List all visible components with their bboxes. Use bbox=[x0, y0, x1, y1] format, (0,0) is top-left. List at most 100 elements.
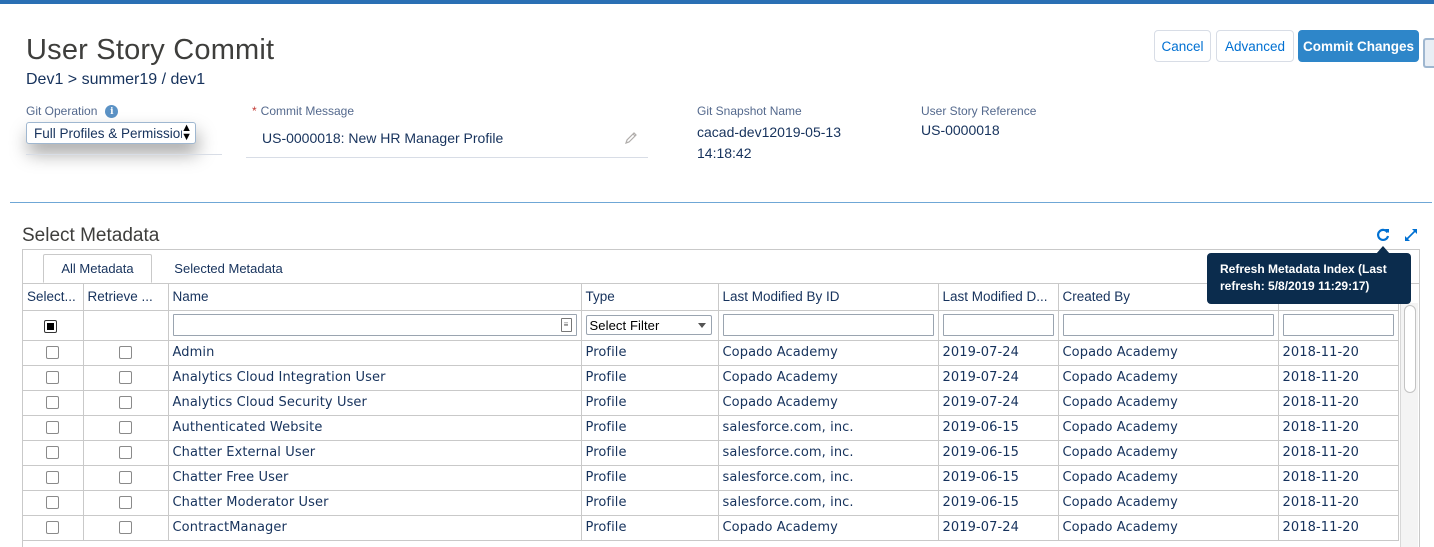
type-cell: Profile bbox=[581, 365, 719, 391]
type-filter-select[interactable]: Select Filter bbox=[585, 315, 712, 335]
retrieve-checkbox[interactable] bbox=[119, 446, 132, 459]
retrieve-cell bbox=[83, 465, 169, 491]
tab-selected-metadata[interactable]: Selected Metadata bbox=[160, 254, 297, 283]
column-header-retrieve[interactable]: Retrieve ... bbox=[83, 284, 169, 311]
column-header-select[interactable]: Select... bbox=[23, 284, 84, 311]
last-modified-by-filter-input[interactable] bbox=[722, 314, 934, 336]
last-modified-date-cell: 2019-07-24 bbox=[938, 365, 1059, 391]
created-by-cell: Copado Academy bbox=[1058, 490, 1279, 516]
type-cell: Profile bbox=[581, 440, 719, 466]
name-filter-input[interactable]: ≡ bbox=[172, 314, 577, 336]
metadata-table: Select... Retrieve ... Name Type Last Mo… bbox=[23, 284, 1399, 541]
retrieve-checkbox[interactable] bbox=[119, 421, 132, 434]
select-checkbox[interactable] bbox=[46, 496, 60, 509]
retrieve-checkbox[interactable] bbox=[119, 521, 132, 534]
last-modified-date-cell: 2019-07-24 bbox=[938, 340, 1059, 366]
select-cell bbox=[23, 390, 84, 416]
table-row[interactable]: Chatter Moderator User Profile salesforce.… bbox=[23, 490, 1399, 516]
last-modified-by-cell: salesforce.com, inc. bbox=[718, 440, 939, 466]
section-title: Select Metadata bbox=[22, 225, 160, 246]
select-checkbox[interactable] bbox=[46, 371, 60, 384]
column-header-last-modified-date[interactable]: Last Modified D... bbox=[938, 284, 1059, 311]
retrieve-checkbox[interactable] bbox=[119, 346, 132, 359]
name-cell: ContractManager bbox=[168, 515, 582, 541]
last-modified-date-filter-input[interactable] bbox=[942, 314, 1054, 336]
table-row[interactable]: Analytics Cloud Integration User Profile C… bbox=[23, 365, 1399, 391]
cancel-button[interactable]: Cancel bbox=[1154, 30, 1211, 62]
column-header-type[interactable]: Type bbox=[581, 284, 719, 311]
created-date-cell: 2018-11-20 bbox=[1278, 465, 1399, 491]
top-accent-bar bbox=[0, 0, 1434, 4]
select-cell bbox=[23, 415, 84, 441]
created-date-cell: 2018-11-20 bbox=[1278, 365, 1399, 391]
table-row[interactable]: Authenticated Website Profile salesforce.c… bbox=[23, 415, 1399, 441]
created-date-filter-input[interactable] bbox=[1282, 314, 1394, 336]
table-scrollbar[interactable] bbox=[1400, 303, 1418, 547]
last-modified-date-cell: 2019-06-15 bbox=[938, 415, 1059, 441]
created-date-cell: 2018-11-20 bbox=[1278, 490, 1399, 516]
created-by-cell: Copado Academy bbox=[1058, 415, 1279, 441]
last-modified-by-cell: Copado Academy bbox=[718, 390, 939, 416]
created-date-cell: 2018-11-20 bbox=[1278, 440, 1399, 466]
commit-changes-button[interactable]: Commit Changes bbox=[1298, 30, 1419, 62]
commit-message-input[interactable]: US-0000018: New HR Manager Profile bbox=[246, 121, 648, 158]
created-date-cell: 2018-11-20 bbox=[1278, 515, 1399, 541]
created-by-filter-input[interactable] bbox=[1062, 314, 1274, 336]
select-checkbox[interactable] bbox=[46, 396, 60, 409]
expand-icon[interactable] bbox=[1403, 227, 1419, 243]
side-panel-toggle[interactable] bbox=[1423, 38, 1434, 68]
type-cell: Profile bbox=[581, 515, 719, 541]
created-date-cell: 2018-11-20 bbox=[1278, 390, 1399, 416]
retrieve-checkbox[interactable] bbox=[119, 471, 132, 484]
table-row[interactable]: Admin Profile Copado Academy 2019-07-24 Copa… bbox=[23, 340, 1399, 366]
pencil-icon[interactable] bbox=[624, 131, 638, 145]
scrollbar-thumb[interactable] bbox=[1404, 305, 1416, 393]
last-modified-by-cell: salesforce.com, inc. bbox=[718, 415, 939, 441]
select-checkbox[interactable] bbox=[46, 521, 60, 534]
table-row[interactable]: Analytics Cloud Security User Profile Copa… bbox=[23, 390, 1399, 416]
last-modified-date-cell: 2019-06-15 bbox=[938, 440, 1059, 466]
refresh-icon[interactable] bbox=[1375, 227, 1391, 243]
table-row[interactable]: Chatter Free User Profile salesforce.com, … bbox=[23, 465, 1399, 491]
select-checkbox[interactable] bbox=[46, 471, 60, 484]
section-divider bbox=[10, 202, 1432, 203]
last-modified-date-cell: 2019-06-15 bbox=[938, 465, 1059, 491]
chevron-down-icon bbox=[697, 323, 706, 328]
retrieve-cell bbox=[83, 515, 169, 541]
created-by-cell: Copado Academy bbox=[1058, 465, 1279, 491]
last-modified-by-cell: Copado Academy bbox=[718, 365, 939, 391]
retrieve-checkbox[interactable] bbox=[119, 396, 132, 409]
select-checkbox[interactable] bbox=[46, 421, 60, 434]
column-header-last-modified-by[interactable]: Last Modified By ID bbox=[718, 284, 939, 311]
git-operation-underline bbox=[26, 154, 222, 155]
table-row[interactable]: Chatter External User Profile salesforce.c… bbox=[23, 440, 1399, 466]
tab-all-metadata[interactable]: All Metadata bbox=[43, 254, 152, 283]
last-modified-date-cell: 2019-06-15 bbox=[938, 490, 1059, 516]
git-operation-select[interactable]: Full Profiles & Permission Sets ▲▼ bbox=[26, 122, 196, 144]
last-modified-date-cell: 2019-07-24 bbox=[938, 390, 1059, 416]
created-by-cell: Copado Academy bbox=[1058, 515, 1279, 541]
advanced-button[interactable]: Advanced bbox=[1216, 30, 1294, 62]
select-cell bbox=[23, 340, 84, 366]
select-checkbox[interactable] bbox=[46, 446, 60, 459]
name-cell: Chatter Free User bbox=[168, 465, 582, 491]
filter-picker-icon[interactable]: ≡ bbox=[560, 318, 572, 332]
retrieve-checkbox[interactable] bbox=[119, 496, 132, 509]
table-row[interactable]: ContractManager Profile Copado Academy 2019… bbox=[23, 515, 1399, 541]
select-all-checkbox[interactable] bbox=[44, 319, 58, 333]
created-by-cell: Copado Academy bbox=[1058, 390, 1279, 416]
filter-row: ≡ Select Filter bbox=[23, 310, 1399, 341]
retrieve-cell bbox=[83, 390, 169, 416]
user-story-reference-label: User Story Reference bbox=[921, 104, 1037, 118]
select-cell bbox=[23, 515, 84, 541]
column-header-name[interactable]: Name bbox=[168, 284, 582, 311]
retrieve-cell bbox=[83, 440, 169, 466]
git-snapshot-value: cacad-dev12019-05-13 14:18:42 bbox=[697, 124, 841, 161]
select-cell bbox=[23, 465, 84, 491]
select-checkbox[interactable] bbox=[46, 346, 60, 359]
retrieve-cell bbox=[83, 340, 169, 366]
select-cell bbox=[23, 440, 84, 466]
type-cell: Profile bbox=[581, 490, 719, 516]
info-icon[interactable]: i bbox=[105, 105, 119, 119]
retrieve-checkbox[interactable] bbox=[119, 371, 132, 384]
